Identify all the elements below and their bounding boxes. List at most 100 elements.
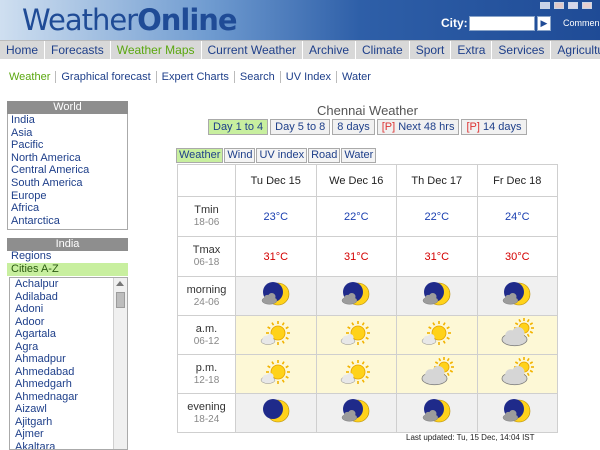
flag-es-icon[interactable] bbox=[582, 2, 592, 9]
world-region-link[interactable]: South America bbox=[8, 177, 127, 190]
tmin-cell: 22°C bbox=[315, 196, 397, 237]
world-heading: World bbox=[7, 101, 128, 114]
range-tab-label: Day 1 to 4 bbox=[213, 121, 264, 133]
tmin-row: Tmin 18-06 23°C 22°C 22°C 24°C bbox=[177, 196, 558, 237]
range-tab-day-5-to-8[interactable]: Day 5 to 8 bbox=[270, 119, 331, 135]
city-option[interactable]: Achalpur bbox=[10, 278, 127, 291]
city-option[interactable]: Ahmedgarh bbox=[10, 378, 127, 391]
range-tab-14-days[interactable]: [P] 14 days bbox=[461, 119, 527, 135]
type-tab-wind[interactable]: Wind bbox=[224, 148, 256, 163]
city-option[interactable]: Akaltara bbox=[10, 441, 127, 450]
city-listbox[interactable]: Achalpur Adilabad Adoni Adoor Agartala Agra Ah… bbox=[9, 277, 128, 450]
nav-home[interactable]: Home bbox=[0, 41, 46, 60]
type-tab-weather[interactable]: Weather bbox=[176, 148, 224, 163]
subnav-expert-charts[interactable]: Expert Charts bbox=[157, 71, 235, 83]
sun-icon bbox=[341, 320, 371, 345]
range-tab-day-1-to-4[interactable]: Day 1 to 4 bbox=[208, 119, 269, 135]
tmax-label: Tmax bbox=[192, 244, 221, 256]
subnav-water[interactable]: Water bbox=[337, 71, 376, 83]
world-region-link[interactable]: Antarctica bbox=[8, 215, 127, 228]
world-region-link[interactable]: Pacific bbox=[8, 139, 127, 152]
city-option[interactable]: Aizawl bbox=[10, 403, 127, 416]
type-tab-road[interactable]: Road bbox=[308, 148, 341, 163]
nav-forecasts[interactable]: Forecasts bbox=[45, 41, 111, 60]
world-region-link[interactable]: Asia bbox=[8, 127, 127, 140]
weather-icon-cell bbox=[396, 276, 478, 316]
weather-icon-cell bbox=[315, 315, 397, 355]
city-option[interactable]: Ahmadpur bbox=[10, 353, 127, 366]
flag-fr-icon[interactable] bbox=[568, 2, 578, 9]
weather-icon-cell bbox=[315, 354, 397, 394]
city-option[interactable]: Agra bbox=[10, 341, 127, 354]
nav-archive[interactable]: Archive bbox=[303, 41, 357, 60]
site-logo[interactable]: WeatherOnline bbox=[22, 3, 238, 37]
period-label: evening bbox=[187, 400, 226, 413]
moon-icon bbox=[262, 398, 290, 422]
tmax-row: Tmax 06-18 31°C 31°C 31°C 30°C bbox=[177, 236, 558, 277]
city-option[interactable]: Ajitgarh bbox=[10, 416, 127, 429]
range-tab-label: 8 days bbox=[337, 121, 370, 133]
india-regions-link[interactable]: Regions bbox=[7, 250, 128, 263]
tmax-cell: 30°C bbox=[476, 236, 558, 277]
city-option[interactable]: Adoni bbox=[10, 303, 127, 316]
city-list-scrollbar[interactable] bbox=[113, 278, 127, 449]
nav-climate[interactable]: Climate bbox=[356, 41, 410, 60]
world-region-link[interactable]: Europe bbox=[8, 190, 127, 203]
nav-sport[interactable]: Sport bbox=[410, 41, 452, 60]
subnav-uv-index[interactable]: UV Index bbox=[281, 71, 337, 83]
weather-icon-cell bbox=[476, 393, 558, 433]
tmax-value: 30°C bbox=[504, 250, 530, 263]
nav-current-weather[interactable]: Current Weather bbox=[202, 41, 303, 60]
scroll-up-arrow-icon[interactable] bbox=[116, 281, 124, 286]
range-tab-label: Day 5 to 8 bbox=[275, 121, 326, 133]
subnav-weather[interactable]: Weather bbox=[0, 71, 57, 83]
world-region-link[interactable]: Africa bbox=[8, 202, 127, 215]
sun-icon bbox=[341, 359, 371, 384]
range-tab-next-48-hrs[interactable]: [P] Next 48 hrs bbox=[376, 119, 460, 135]
subnav-graphical-forecast[interactable]: Graphical forecast bbox=[56, 71, 157, 83]
world-region-link[interactable]: India bbox=[8, 114, 127, 127]
sun-cloud-icon bbox=[501, 317, 535, 346]
nav-services[interactable]: Services bbox=[492, 41, 552, 60]
tmax-value: 31°C bbox=[424, 250, 450, 263]
city-option[interactable]: Agartala bbox=[10, 328, 127, 341]
type-tab-uv-index[interactable]: UV index bbox=[256, 148, 308, 163]
world-region-link[interactable]: North America bbox=[8, 152, 127, 165]
period-label-cell: morning 24-06 bbox=[177, 276, 236, 316]
comment-link[interactable]: Commen bbox=[563, 18, 600, 28]
nav-agriculture[interactable]: Agriculture bbox=[551, 41, 600, 60]
city-option[interactable]: Ajmer bbox=[10, 428, 127, 441]
period-label: morning bbox=[186, 283, 227, 296]
city-search-button[interactable]: ▶ bbox=[537, 16, 551, 31]
city-option[interactable]: Ahmedabad bbox=[10, 366, 127, 379]
sun-icon bbox=[260, 359, 290, 384]
period-row-evening: evening 18-24 bbox=[177, 393, 558, 433]
nav-weather-maps[interactable]: Weather Maps bbox=[111, 41, 202, 60]
world-region-link[interactable]: Central America bbox=[8, 164, 127, 177]
premium-marker: [P] bbox=[381, 121, 396, 133]
flag-uk-icon[interactable] bbox=[540, 2, 550, 9]
sun-icon bbox=[260, 320, 290, 345]
tmax-label-cell: Tmax 06-18 bbox=[177, 236, 236, 277]
city-option[interactable]: Adoor bbox=[10, 316, 127, 329]
type-tab-water[interactable]: Water bbox=[341, 148, 377, 163]
subnav-search[interactable]: Search bbox=[235, 71, 281, 83]
city-option[interactable]: Ahmednagar bbox=[10, 391, 127, 404]
weather-icon-cell bbox=[235, 276, 317, 316]
tmin-value: 23°C bbox=[263, 210, 289, 223]
city-search-input[interactable] bbox=[469, 16, 535, 31]
india-cities-az-link[interactable]: Cities A-Z bbox=[7, 263, 128, 276]
city-option[interactable]: Adilabad bbox=[10, 291, 127, 304]
weather-icon-cell bbox=[396, 354, 478, 394]
range-tab-8-days[interactable]: 8 days bbox=[332, 119, 375, 135]
forecast-table: Tu Dec 15 We Dec 16 Th Dec 17 Fr Dec 18 … bbox=[177, 164, 558, 433]
tmin-value: 24°C bbox=[504, 210, 530, 223]
moon-cloud-icon bbox=[503, 281, 531, 305]
period-hours: 06-12 bbox=[193, 335, 220, 347]
scroll-thumb[interactable] bbox=[116, 292, 125, 308]
flag-de-icon[interactable] bbox=[554, 2, 564, 9]
nav-extra[interactable]: Extra bbox=[451, 41, 493, 60]
sun-cloud-icon bbox=[501, 356, 535, 385]
tmin-label: Tmin bbox=[194, 204, 219, 216]
period-hours: 24-06 bbox=[193, 296, 220, 308]
